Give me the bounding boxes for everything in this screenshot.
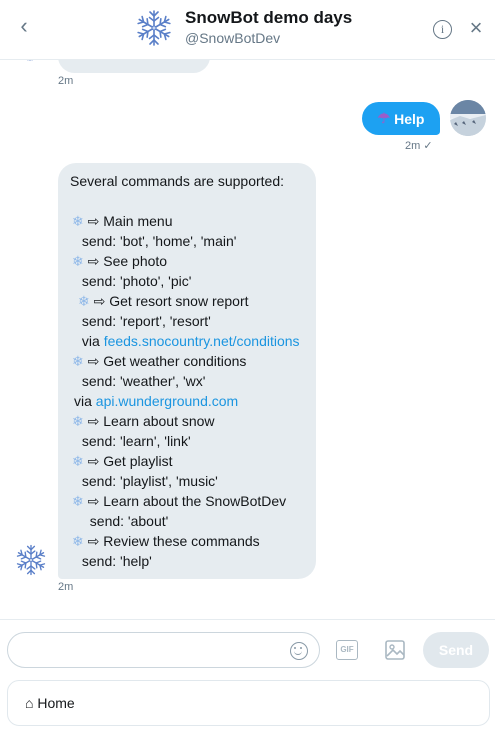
message-line: via api.wunderground.com [74,393,238,409]
snowflake-icon: ❄ [72,493,84,509]
message-line-text: ⇨ Learn about snow [83,413,215,429]
conversation-header: ‹ SnowBot demo days @SnowBotDev i × [0,0,495,60]
message-line: send: 'weather', 'wx' [78,373,206,389]
outgoing-timestamp: 2m ✓ [405,140,433,152]
snowflake-icon: ❄ [72,253,84,269]
message-line: ❄ ⇨ See photo [72,253,167,270]
message-line-text: ⇨ Get resort snow report [89,293,249,309]
message-line-text: send: 'playlist', 'music' [78,473,218,489]
message-input[interactable] [7,632,320,668]
message-line: ❄ ⇨ Get resort snow report [78,293,249,310]
umbrella-icon: ☂ [377,110,391,126]
snowflake-icon: ❄ [72,353,84,369]
message-line: send: 'report', 'resort' [78,313,211,329]
message-composer: GIF Send ⌂ Home [0,619,495,729]
message-line: ❄ ⇨ Review these commands [72,533,260,550]
message-line-text: send: 'bot', 'home', 'main' [78,233,237,249]
snowbot-avatar[interactable] [14,543,48,577]
snowflake-icon: ❄ [78,293,90,309]
gif-button[interactable]: GIF [336,640,358,660]
chevron-left-icon[interactable]: ‹ [12,14,36,38]
message-line-text: Several commands are supported: [70,173,284,189]
quick-reply-home-label: ⌂ Home [25,695,75,711]
message-line-text: send: 'report', 'resort' [78,313,211,329]
conversation-handle: @SnowBotDev [185,30,281,46]
message-line: send: 'playlist', 'music' [78,473,218,489]
read-check-icon: ✓ [423,140,433,152]
image-icon[interactable] [384,639,406,661]
quick-reply-home[interactable]: ⌂ Home [7,680,490,726]
message-line: ❄ ⇨ Get playlist [72,453,173,470]
snowflake-icon: ❄ [72,213,84,229]
message-line: ❄ ⇨ Main menu [72,213,173,230]
message-timestamp: 2m [58,75,74,87]
message-line-text: ⇨ Get playlist [83,453,173,469]
message-line: ❄ ⇨ Get weather conditions [72,353,246,370]
message-line: send: 'help' [78,553,152,569]
conversation-title: SnowBot demo days [185,8,353,27]
message-line: send: 'learn', 'link' [78,433,191,449]
message-line-text: via [78,333,104,349]
message-line-text: send: 'about' [82,513,169,529]
incoming-message-bubble: Several commands are supported: ❄ ⇨ Main … [58,163,316,579]
message-line: send: 'bot', 'home', 'main' [78,233,237,249]
message-line-text: send: 'weather', 'wx' [78,373,206,389]
message-link[interactable]: feeds.snocountry.net/conditions [104,333,300,349]
previous-message-bubble [58,60,210,73]
message-line-text: send: 'learn', 'link' [78,433,191,449]
message-line: ❄ ⇨ Learn about snow [72,413,215,430]
message-line: via feeds.snocountry.net/conditions [78,333,300,349]
emoji-icon[interactable] [290,642,308,660]
send-button[interactable]: Send [423,632,489,668]
message-line-text: ⇨ Main menu [83,213,173,229]
message-link[interactable]: api.wunderground.com [96,393,238,409]
message-line: send: 'photo', 'pic' [78,273,192,289]
snowflake-icon: ❄ [72,413,84,429]
snowflake-icon: ❄ [72,453,84,469]
close-icon[interactable]: × [465,17,487,39]
incoming-timestamp: 2m [58,581,74,593]
message-line-text: send: 'help' [78,553,152,569]
snowbot-avatar[interactable] [134,8,174,48]
message-line-text: send: 'photo', 'pic' [78,273,192,289]
message-line-text: ⇨ Get weather conditions [83,353,247,369]
user-avatar[interactable] [450,100,486,136]
message-thread[interactable]: 2m ☂ Help 2m ✓ Several commands are supp… [0,60,495,618]
snowbot-avatar [14,60,46,74]
message-line: Several commands are supported: [70,173,284,189]
outgoing-message-bubble: ☂ Help [362,102,440,135]
message-line-text: ⇨ See photo [83,253,168,269]
message-line: ❄ ⇨ Learn about the SnowBotDev [72,493,286,510]
message-line-text: ⇨ Learn about the SnowBotDev [83,493,287,509]
outgoing-message-text: Help [394,110,425,127]
message-line: send: 'about' [82,513,169,529]
message-line-text: ⇨ Review these commands [83,533,260,549]
snowflake-icon: ❄ [72,533,84,549]
info-icon[interactable]: i [433,20,452,39]
message-line-text: via [74,393,96,409]
